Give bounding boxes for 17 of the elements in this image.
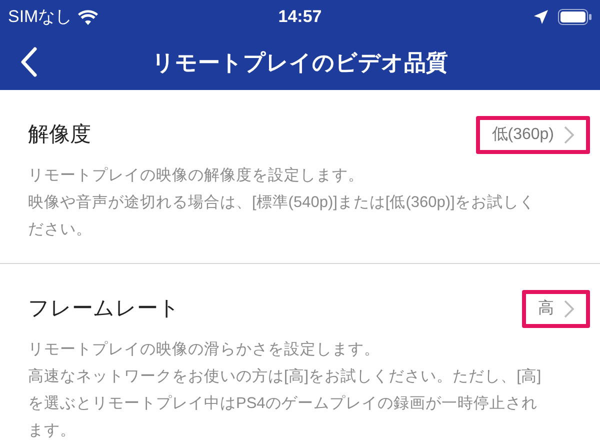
screen-title: リモートプレイのビデオ品質 — [152, 48, 448, 76]
setting-title: フレームレート — [28, 296, 180, 322]
setting-description: 映像や音声が途切れる場合は、[標準(540p)]または[低(360p)]をお試しください。 — [28, 193, 536, 240]
carrier-label: SIMなし — [8, 6, 72, 28]
setting-description: 高速なネットワークをお使いの方は[高]をお試しください。ただし、[高]を選ぶとリモートプレイ中はPS4のゲームプレイの録画が一時停止されます。 — [28, 367, 542, 441]
chevron-right-icon — [564, 126, 574, 144]
setting-title: 解像度 — [28, 122, 91, 148]
back-chevron-icon — [20, 47, 38, 77]
location-arrow-icon — [534, 10, 548, 24]
setting-description: リモートプレイの映像の滑らかさを設定します。 — [28, 340, 381, 360]
setting-value-button[interactable]: 高 — [522, 290, 590, 328]
battery-icon — [558, 9, 592, 25]
setting-value-button[interactable]: 低(360p) — [476, 116, 590, 154]
clock: 14:57 — [278, 6, 322, 28]
wifi-icon — [78, 10, 98, 24]
chevron-right-icon — [564, 300, 574, 318]
setting-description: リモートプレイの映像の解像度を設定します。 — [28, 166, 365, 186]
